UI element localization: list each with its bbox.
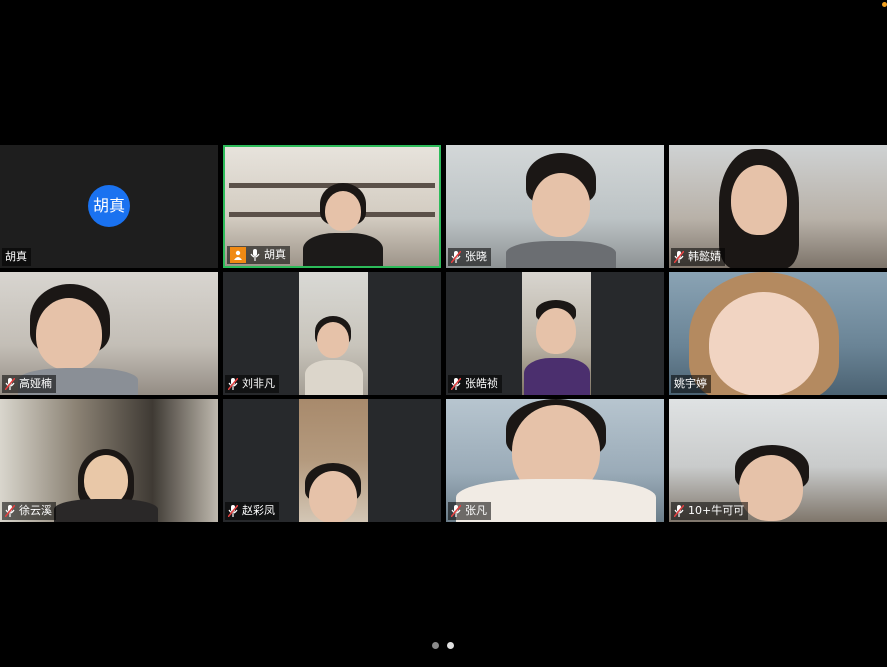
participant-tile-10[interactable]: 赵彩凤 xyxy=(223,399,441,522)
participant-tile-11[interactable]: 张凡 xyxy=(446,399,664,522)
participant-tile-7[interactable]: 张皓祯 xyxy=(446,272,664,395)
participant-name-label: 徐云溪 xyxy=(2,502,56,520)
participant-name: 徐云溪 xyxy=(19,504,52,517)
mic-muted-icon xyxy=(674,505,684,517)
participant-name: 张晓 xyxy=(465,250,487,263)
participant-tile-4[interactable]: 韩懿婧 xyxy=(669,145,887,268)
participant-name-label: 胡真 xyxy=(227,246,290,264)
participant-name: 张凡 xyxy=(465,504,487,517)
mic-muted-icon xyxy=(451,505,461,517)
participant-name-label: 高娅楠 xyxy=(2,375,56,393)
mic-muted-icon xyxy=(5,505,15,517)
avatar: 胡真 xyxy=(88,185,130,227)
participant-name: 10+牛可可 xyxy=(688,504,745,517)
mic-muted-icon xyxy=(451,251,461,263)
participant-name: 赵彩凤 xyxy=(242,504,275,517)
video-feed xyxy=(299,272,368,395)
mic-muted-icon xyxy=(674,251,684,263)
participant-name-label: 韩懿婧 xyxy=(671,248,725,266)
participant-tile-2-active-speaker[interactable]: 胡真 xyxy=(223,145,441,268)
participant-name-label: 刘非凡 xyxy=(225,375,279,393)
pagination-dots[interactable] xyxy=(432,642,454,649)
video-grid: 胡真 胡真 胡真 张晓 韩懿婧 高娅楠 刘非凡 张皓祯 姚宇婷 徐云溪 赵彩凤 … xyxy=(0,145,887,523)
participant-name: 胡真 xyxy=(5,250,27,263)
page-dot-1[interactable] xyxy=(432,642,439,649)
participant-name: 刘非凡 xyxy=(242,377,275,390)
participant-name-label: 张皓祯 xyxy=(448,375,502,393)
participant-name-label: 赵彩凤 xyxy=(225,502,279,520)
video-feed xyxy=(522,272,591,395)
participant-tile-6[interactable]: 刘非凡 xyxy=(223,272,441,395)
participant-tile-9[interactable]: 徐云溪 xyxy=(0,399,218,522)
participant-tile-8[interactable]: 姚宇婷 xyxy=(669,272,887,395)
page-dot-2-current[interactable] xyxy=(447,642,454,649)
participant-tile-5[interactable]: 高娅楠 xyxy=(0,272,218,395)
status-indicator-dot xyxy=(882,2,887,7)
participant-name-label: 姚宇婷 xyxy=(671,375,711,393)
mic-muted-icon xyxy=(5,378,15,390)
participant-tile-12[interactable]: 10+牛可可 xyxy=(669,399,887,522)
participant-tile-3[interactable]: 张晓 xyxy=(446,145,664,268)
host-person-icon xyxy=(230,247,246,263)
participant-name-label: 张凡 xyxy=(448,502,491,520)
participant-name-label: 张晓 xyxy=(448,248,491,266)
participant-tile-1[interactable]: 胡真 胡真 xyxy=(0,145,218,268)
participant-name-label: 胡真 xyxy=(2,248,31,266)
participant-name: 张皓祯 xyxy=(465,377,498,390)
participant-name: 姚宇婷 xyxy=(674,377,707,390)
participant-name: 高娅楠 xyxy=(19,377,52,390)
mic-muted-icon xyxy=(228,378,238,390)
mic-icon xyxy=(250,249,260,261)
video-feed xyxy=(299,399,368,522)
participant-name-label: 10+牛可可 xyxy=(671,502,749,520)
participant-name: 胡真 xyxy=(264,248,286,261)
participant-name: 韩懿婧 xyxy=(688,250,721,263)
mic-muted-icon xyxy=(451,378,461,390)
mic-muted-icon xyxy=(228,505,238,517)
